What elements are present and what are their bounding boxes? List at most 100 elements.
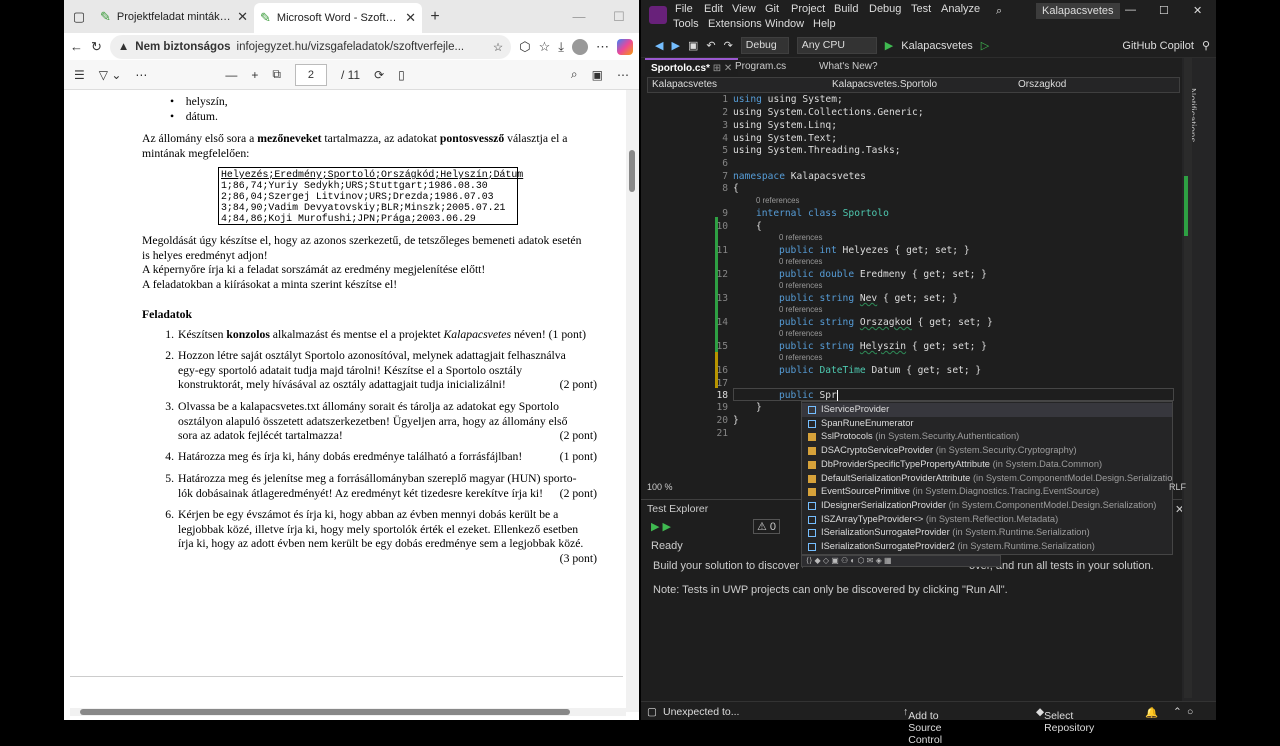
page-number-input[interactable]: 2 [294,63,327,86]
contents-icon[interactable]: ☰ [74,68,85,82]
menu-project[interactable]: Project [791,3,825,15]
copilot-icon[interactable] [617,38,633,55]
codelens[interactable]: 0 references [756,196,799,205]
more-tools-icon[interactable]: ⋯ [135,68,147,82]
menu-test[interactable]: Test [911,3,931,15]
completion-item[interactable]: IServiceProvider [802,403,1172,417]
menu-debug[interactable]: Debug [869,3,901,15]
tab-word-pdf[interactable]: ✎ Microsoft Word - Szoftverfejl_Proj ✕ [254,3,422,33]
line-ending[interactable]: RLF [1169,482,1186,492]
menu-tools[interactable]: Tools [673,18,699,30]
completion-item[interactable]: DefaultSerializationProviderAttribute (i… [802,472,1172,486]
draw-icon[interactable]: ▽ ⌄ [99,68,122,82]
tab-projektfeladat[interactable]: ✎ Projektfeladat minták - Szoftverfe ✕ [94,3,254,31]
menu-view[interactable]: View [732,3,756,15]
menu-git[interactable]: Git [765,3,779,15]
completion-item[interactable]: DbProviderSpecificTypePropertyAttribute … [802,458,1172,472]
menu-edit[interactable]: Edit [704,3,723,15]
repository-button[interactable]: ◆ Select Repository [1036,706,1094,734]
nav-project[interactable]: Kalapacsvetes [652,79,717,90]
completion-item[interactable]: SpanRuneEnumerator [802,417,1172,431]
codelens[interactable]: 0 references [779,281,822,290]
page-view-icon[interactable]: ▯ [398,68,405,82]
minimize-icon[interactable]: — [1125,4,1136,16]
url-box[interactable]: ▲ Nem biztonságos infojegyzet.hu/vizsgaf… [109,34,512,59]
run-without-debug-icon[interactable]: ▷ [981,39,989,52]
menu-analyze[interactable]: Analyze [941,3,980,15]
tab-program-cs[interactable]: Program.cs [729,58,792,76]
maximize-icon[interactable]: ☐ [1159,4,1169,17]
new-tab-icon[interactable]: + [422,8,448,26]
save-all-icon[interactable]: ▣ [688,39,698,52]
config-dropdown[interactable]: Debug [740,37,789,54]
extension-icon[interactable]: ⬡ [519,39,530,55]
editor-scrollbar[interactable] [1184,58,1192,698]
nav-class[interactable]: Kalapacsvetes.Sportolo [832,79,937,90]
codelens[interactable]: 0 references [779,257,822,266]
download-icon[interactable]: ⤓ [558,39,564,55]
run-target[interactable]: Kalapacsvetes [901,40,973,52]
close-icon[interactable]: ✕ [237,9,248,25]
run-icon[interactable]: ▶ [885,39,893,52]
codelens[interactable]: 0 references [779,305,822,314]
search-icon[interactable]: ⌕ [996,5,1002,18]
scroll-thumb[interactable] [629,150,635,192]
chevron-up-icon[interactable]: ⌃ [1173,706,1182,718]
refresh-icon[interactable]: ↻ [91,39,102,55]
menu-extensions[interactable]: Extensions [708,18,762,30]
completion-item[interactable]: IDesignerSerializationProvider (in Syste… [802,499,1172,513]
vs-logo-icon [649,6,667,24]
search-icon[interactable]: ⌕ [571,67,578,82]
tab-actions-icon[interactable]: ▢ [64,9,94,25]
nav-forward-icon[interactable]: ▶ [671,39,679,52]
zoom-level[interactable]: 100 % [647,482,673,492]
status-circle-icon[interactable]: ○ [1187,706,1193,718]
pin-icon[interactable]: ⚲ [1202,39,1210,52]
notifications-icon[interactable]: 🔔 [1145,706,1158,719]
menu-build[interactable]: Build [834,3,858,15]
back-icon[interactable]: ← [70,39,83,54]
menu-file[interactable]: File [675,3,693,15]
pdf-horizontal-scrollbar[interactable] [70,708,626,716]
completion-item[interactable]: ISerializationSurrogateProvider (in Syst… [802,526,1172,540]
output-icon[interactable]: ▢ [647,706,657,718]
codelens[interactable]: 0 references [779,353,822,362]
completion-filter-bar[interactable]: ⟨⟩ ◆ ◇ ▣ ⚇ ◐ ⬡ ✉ ◈ ▦ [801,555,1001,567]
completion-item[interactable]: DSACryptoServiceProvider (in System.Secu… [802,444,1172,458]
completion-item[interactable]: SslProtocols (in System.Security.Authent… [802,430,1172,444]
close-icon[interactable]: ✕ [405,10,416,26]
menu-window[interactable]: Window [765,18,804,30]
zoom-out-icon[interactable]: — [225,68,237,82]
menu-help[interactable]: Help [813,18,836,30]
save-icon[interactable]: ▣ [592,68,603,82]
redo-icon[interactable]: ↷ [724,39,733,52]
fit-page-icon[interactable]: ⧉ [272,67,281,82]
undo-icon[interactable]: ↶ [706,39,715,52]
favorite-star-icon[interactable]: ☆ [493,40,503,54]
platform-dropdown[interactable]: Any CPU [796,37,877,54]
favorites-icon[interactable]: ☆ [539,39,551,55]
completion-item[interactable]: ISerializationSurrogateProvider2 (in Sys… [802,540,1172,554]
class-icon [808,474,816,483]
close-icon[interactable]: ✕ [1193,4,1202,17]
completion-item[interactable]: ISZArrayTypeProvider<> (in System.Reflec… [802,513,1172,527]
copilot-label[interactable]: GitHub Copilot [1122,40,1194,52]
rotate-icon[interactable]: ⟳ [374,68,384,82]
maximize-icon[interactable]: ☐ [599,9,639,25]
tab-whats-new[interactable]: What's New? [813,58,884,76]
pdf-vertical-scrollbar[interactable] [626,90,639,712]
codelens[interactable]: 0 references [779,233,822,242]
pdf-more-icon[interactable]: ⋯ [617,68,629,82]
nav-member[interactable]: Orszagkod [1018,79,1066,90]
zoom-in-icon[interactable]: + [251,68,258,82]
run-all-icon[interactable]: ▶ ▶ [651,520,671,533]
tab-sportolo-cs[interactable]: Sportolo.cs* ⊞ ✕ [645,58,739,76]
completion-item[interactable]: EventSourcePrimitive (in System.Diagnost… [802,485,1172,499]
more-icon[interactable]: ⋯ [596,39,609,55]
source-control-button[interactable]: ↑ Add to Source Control [903,706,942,746]
codelens[interactable]: 0 references [779,329,822,338]
avatar[interactable] [572,38,588,55]
scroll-thumb[interactable] [80,709,570,715]
minimize-icon[interactable]: — [559,9,599,24]
nav-back-icon[interactable]: ◀ [655,39,663,52]
